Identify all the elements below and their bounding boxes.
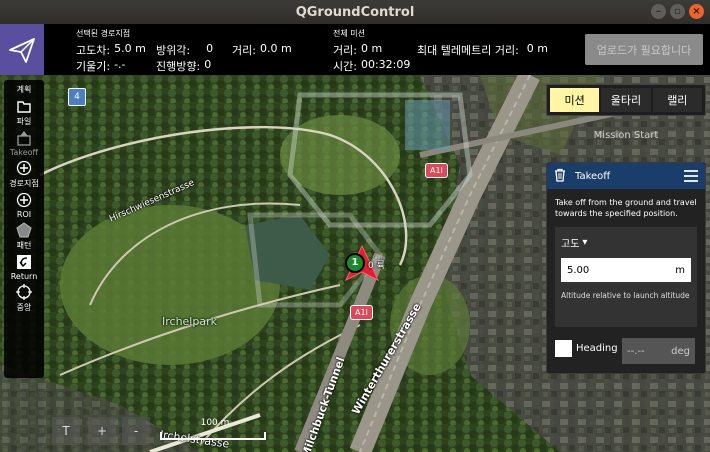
time-readout: 시간: 00:32:09 bbox=[333, 58, 411, 73]
total-mission-caption: 전체 미션 bbox=[333, 29, 365, 38]
takeoff-icon bbox=[15, 129, 33, 147]
tool-pattern[interactable]: 패턴 bbox=[4, 221, 44, 251]
tab-rally[interactable]: 랠리 bbox=[652, 88, 702, 112]
tool-return[interactable]: Return bbox=[4, 253, 44, 281]
distance-readout: 거리: 0.0 m bbox=[232, 42, 292, 57]
tool-center[interactable]: 중앙 bbox=[4, 283, 44, 313]
heading-row: Heading bbox=[555, 340, 618, 357]
takeoff-description: Take off from the ground and travel towa… bbox=[555, 198, 697, 218]
plan-mode-tabs: 미션 울타리 랠리 bbox=[546, 84, 706, 116]
top-toolbar: 선택된 경로지점 고도차: 5.0 m 방위각: 0 거리: 0.0 m 기울기… bbox=[0, 24, 710, 75]
tool-waypoint[interactable]: 경로지점 bbox=[4, 159, 44, 189]
pattern-icon bbox=[15, 221, 33, 239]
heading-input[interactable]: --.-- deg bbox=[622, 338, 695, 364]
tab-geofence[interactable]: 울타리 bbox=[601, 88, 651, 112]
zoom-terrain-button[interactable]: T bbox=[52, 417, 80, 445]
map-scale-bar bbox=[160, 432, 266, 440]
total-mission-section: 전체 미션 거리: 0 m 최대 텔레메트리 거리: 0 m 시간: 00:32… bbox=[333, 28, 548, 74]
caret-down-icon: ▾ bbox=[582, 237, 588, 248]
altitude-hint: Altitude relative to launch altitude bbox=[561, 291, 690, 300]
tab-mission[interactable]: 미션 bbox=[550, 88, 600, 112]
azimuth-readout: 방위각: 0 bbox=[156, 42, 214, 57]
map-scale-label: 100 m bbox=[200, 418, 230, 428]
altdiff-readout: 고도차: 5.0 m bbox=[76, 42, 146, 57]
park-label-irchelpark: Irchelpark bbox=[162, 315, 217, 328]
tool-roi[interactable]: ROI bbox=[4, 191, 44, 219]
takeoff-waypoint-label: 0 륙 bbox=[368, 261, 385, 271]
minimize-button[interactable]: – bbox=[651, 4, 666, 19]
mission-start-item[interactable]: Mission Start bbox=[546, 130, 706, 141]
road-badge-a11-top: A1l bbox=[425, 163, 448, 178]
altitude-mode-dropdown[interactable]: 고도 ▾ bbox=[561, 235, 691, 250]
takeoff-header[interactable]: Takeoff bbox=[547, 163, 705, 189]
tool-file[interactable]: 파일 bbox=[4, 97, 44, 127]
close-button[interactable]: × bbox=[689, 4, 704, 19]
maximize-button[interactable]: ▫ bbox=[670, 4, 685, 19]
selected-waypoint-caption: 선택된 경로지점 bbox=[76, 29, 131, 38]
paper-plane-icon bbox=[9, 37, 35, 63]
total-distance-readout: 거리: 0 m bbox=[333, 42, 383, 57]
plan-view-logo-button[interactable] bbox=[0, 24, 44, 75]
road-badge-a11-bottom: A1l bbox=[350, 305, 373, 320]
tool-plan[interactable]: 계획 bbox=[4, 83, 44, 95]
altitude-group: 고도 ▾ 5.00 m Altitude relative to launch … bbox=[555, 227, 697, 327]
file-icon bbox=[15, 97, 33, 115]
altitude-input[interactable]: 5.00 m bbox=[561, 258, 691, 282]
roi-icon bbox=[15, 191, 33, 209]
selected-waypoint-section: 선택된 경로지점 고도차: 5.0 m 방위각: 0 거리: 0.0 m 기울기… bbox=[76, 28, 292, 74]
heading-checkbox[interactable] bbox=[555, 340, 572, 357]
window-titlebar: QGroundControl – ▫ × bbox=[0, 0, 710, 24]
map-badge-4: 4 bbox=[68, 88, 86, 106]
waypoint-icon bbox=[15, 159, 33, 177]
hamburger-menu-icon[interactable] bbox=[683, 167, 699, 186]
zoom-out-button[interactable]: - bbox=[122, 417, 150, 445]
tool-takeoff[interactable]: Takeoff bbox=[4, 129, 44, 157]
takeoff-waypoint-marker[interactable]: 1 bbox=[345, 253, 365, 273]
heading-label: Heading bbox=[576, 343, 618, 354]
upload-button[interactable]: 업로드가 필요합니다 bbox=[585, 34, 703, 65]
return-icon bbox=[15, 253, 33, 271]
left-tool-strip: 계획 파일 Takeoff 경로지점 ROI 패턴 Return 중앙 bbox=[4, 80, 44, 378]
takeoff-item-editor: Takeoff Take off from the ground and tra… bbox=[546, 162, 706, 374]
takeoff-title: Takeoff bbox=[575, 170, 611, 182]
center-icon bbox=[15, 283, 33, 301]
trash-icon[interactable] bbox=[553, 167, 567, 186]
zoom-in-button[interactable]: + bbox=[88, 417, 116, 445]
heading-readout: 진행방향: 0 bbox=[156, 58, 212, 73]
window-title: QGroundControl bbox=[295, 4, 415, 20]
gradient-readout: 기울기: -.- bbox=[76, 58, 126, 73]
max-telemetry-readout: 최대 텔레메트리 거리: 0 m bbox=[417, 42, 548, 57]
